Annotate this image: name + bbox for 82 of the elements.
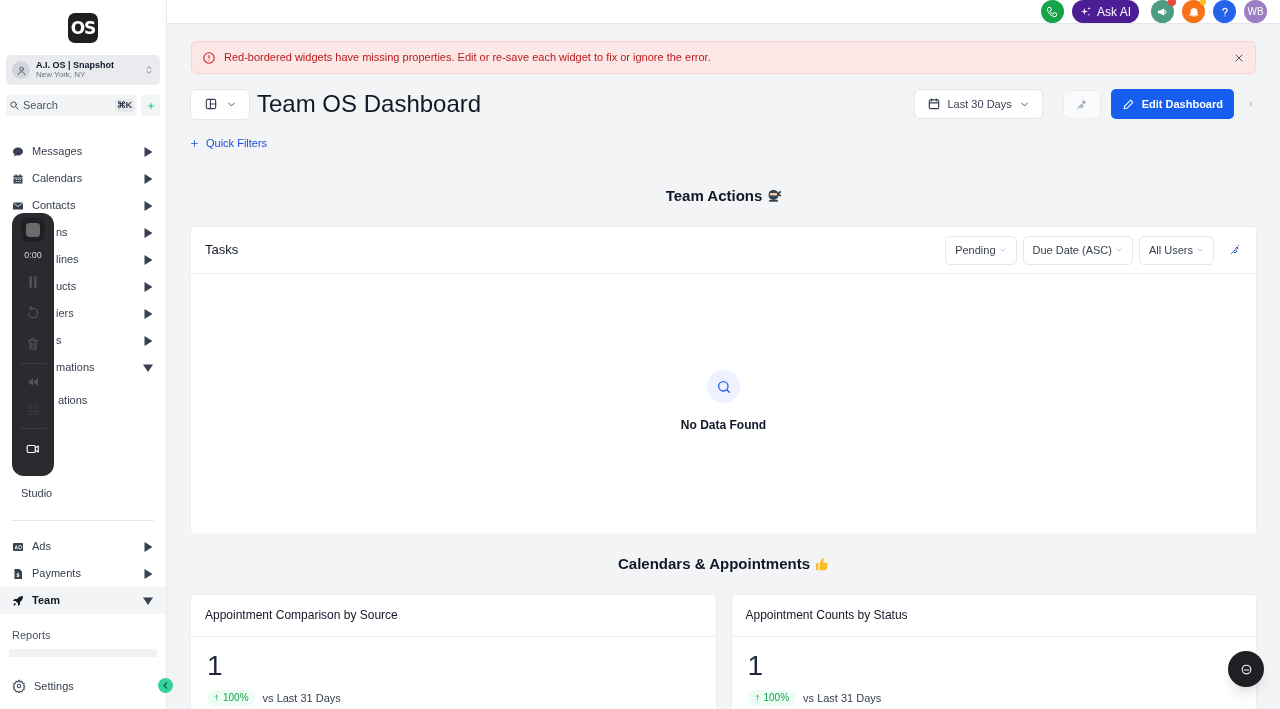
card-title: Appointment Comparison by Source: [205, 607, 398, 624]
section-title: Calendars & Appointments: [618, 554, 810, 574]
account-location: New York, NY: [36, 70, 87, 80]
chat-icon: [12, 145, 24, 158]
stat-value: 1: [746, 650, 764, 681]
sidebar-item[interactable]: ucts: [56, 273, 166, 300]
calendar-icon: [12, 172, 24, 185]
announcements-button[interactable]: [1151, 0, 1174, 23]
ad-icon: [12, 540, 24, 553]
restart-icon[interactable]: [26, 305, 40, 320]
quick-filters-link[interactable]: Quick Filters: [190, 135, 268, 152]
sidebar-item[interactable]: Contacts: [0, 192, 166, 219]
stat-value: 1: [206, 650, 223, 681]
recording-time: 0:00: [24, 249, 42, 262]
account-avatar: [12, 61, 30, 79]
trash-icon[interactable]: [26, 336, 40, 351]
search-placeholder: Search: [23, 98, 58, 114]
bell-icon: [1187, 5, 1200, 18]
rocket-icon: [12, 594, 24, 607]
sidebar-subitem[interactable]: Reports: [0, 622, 166, 649]
error-message: Red-bordered widgets have missing properties. Edit or re-save each widget to fix or ignore the error.: [224, 50, 711, 66]
page-title: Team OS Dashboard: [257, 89, 482, 119]
sidebar-item[interactable]: Calendars: [0, 165, 166, 192]
chat-bubble-icon: [1239, 662, 1253, 676]
sidebar-item[interactable]: Team: [0, 587, 166, 614]
notifications-button[interactable]: [1182, 0, 1205, 23]
help-button[interactable]: [1213, 0, 1236, 23]
comparison-label: vs Last 31 Days: [803, 690, 882, 706]
arrow-up-icon: [213, 694, 220, 702]
quick-action-button[interactable]: [141, 95, 160, 116]
arrow-up-icon: [753, 694, 761, 702]
empty-state-icon: [707, 370, 740, 403]
sidebar-item[interactable]: Payments: [0, 560, 166, 587]
date-range-dropdown[interactable]: Last 30 Days: [913, 89, 1043, 119]
question-mark-icon: [1219, 5, 1230, 18]
chevron-down-icon: [998, 246, 1007, 254]
filter-dropdown[interactable]: Due Date (ASC): [1022, 235, 1133, 265]
sidebar-item[interactable]: Messages: [0, 138, 166, 165]
chevron-left-icon: [161, 681, 170, 690]
account-name: A.I. OS | Snapshot: [36, 60, 115, 70]
layout-icon: [203, 97, 218, 111]
edit-dashboard-button[interactable]: Edit Dashboard: [1110, 89, 1234, 119]
invoice-icon: [12, 567, 24, 580]
plus-icon: [190, 138, 199, 148]
ask-ai-button[interactable]: Ask AI: [1072, 0, 1139, 23]
layout-menu-button[interactable]: [190, 88, 250, 120]
change-badge: 100%: [747, 689, 796, 706]
mail-icon: [12, 199, 24, 212]
search-icon: [9, 100, 20, 111]
phone-icon: [1046, 5, 1059, 18]
card-title: Tasks: [205, 241, 239, 260]
gear-icon: [12, 679, 26, 693]
empty-state-message: No Data Found: [680, 417, 767, 434]
pencil-icon: [1121, 97, 1135, 111]
shortcut-key: ⌘K: [114, 98, 134, 113]
alert-circle-icon: [202, 50, 216, 65]
section-title: Team Actions: [665, 185, 763, 206]
search-field[interactable]: Search ⌘K: [6, 95, 137, 116]
account-switcher[interactable]: A.I. OS | Snapshot New York, NY: [6, 55, 160, 85]
comparison-label: vs Last 31 Days: [262, 690, 341, 706]
sidebar-subitem[interactable]: ations: [58, 386, 88, 415]
ninja-icon: [766, 188, 782, 204]
sidebar-item[interactable]: mations: [56, 354, 166, 381]
sidebar-subitem[interactable]: Studio: [21, 479, 53, 508]
sidebar-item[interactable]: iers: [56, 300, 166, 327]
sidebar-item[interactable]: s: [56, 327, 166, 354]
filter-dropdown[interactable]: All Users: [1139, 235, 1214, 265]
change-badge: 100%: [207, 689, 255, 706]
sparkle-icon: [1080, 5, 1092, 18]
sidebar-item[interactable]: ns: [56, 219, 166, 246]
thumbs-up-icon: [814, 556, 829, 572]
phone-button[interactable]: [1041, 0, 1064, 23]
sidebar-item[interactable]: Ads: [0, 533, 166, 560]
logo: OS: [68, 13, 98, 43]
filter-dropdown[interactable]: Pending: [945, 235, 1017, 265]
card-title: Appointment Counts by Status: [745, 607, 908, 624]
chevron-down-icon: [1196, 246, 1204, 254]
sidebar-item[interactable]: lines: [56, 246, 166, 273]
grid-dots-icon[interactable]: [26, 402, 40, 416]
chevron-down-icon: [1115, 246, 1123, 254]
chevron-up-down-icon: [144, 64, 154, 76]
calendar-icon: [926, 97, 941, 111]
